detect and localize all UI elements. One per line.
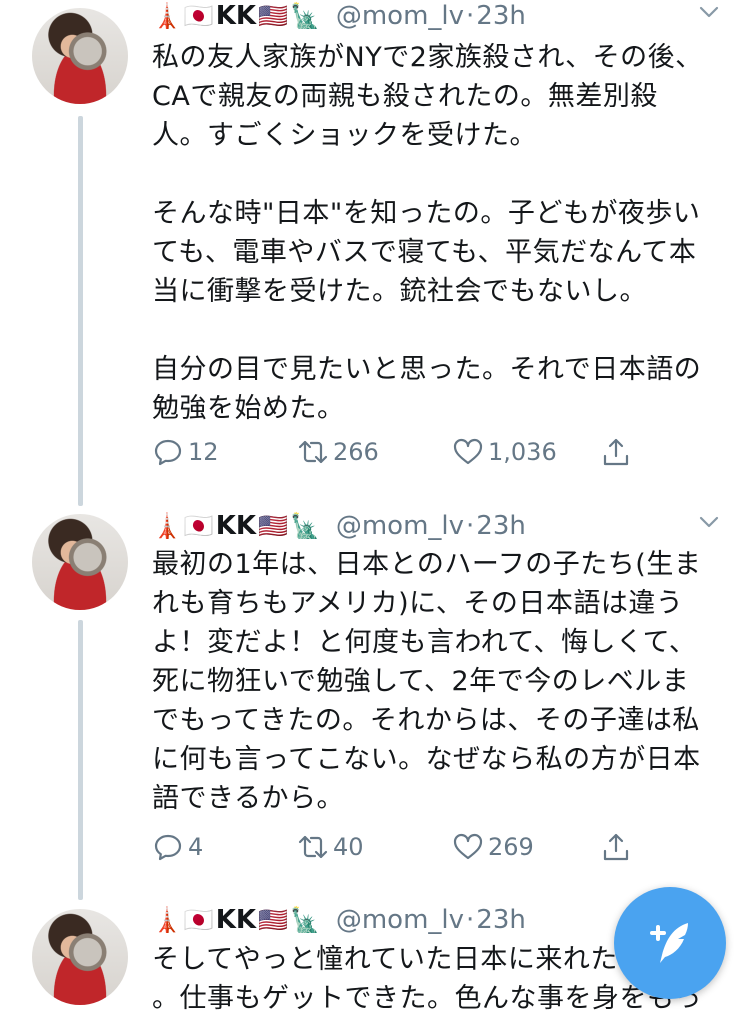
reply-icon bbox=[154, 439, 182, 466]
avatar[interactable] bbox=[32, 909, 128, 1005]
japan-flag-emoji: 🇯🇵 bbox=[183, 906, 214, 934]
reply-count: 12 bbox=[188, 438, 219, 466]
us-flag-emoji: 🇺🇸 bbox=[258, 906, 288, 934]
chevron-down-icon[interactable] bbox=[697, 0, 721, 24]
avatar[interactable] bbox=[32, 514, 128, 610]
reply-count: 4 bbox=[188, 833, 204, 861]
share-icon bbox=[603, 438, 629, 466]
like-count: 269 bbox=[488, 833, 534, 861]
tower-emoji: 🗼 bbox=[152, 512, 182, 540]
timestamp[interactable]: 23h bbox=[476, 511, 526, 541]
statue-of-liberty-emoji: 🗽 bbox=[289, 512, 320, 540]
tower-emoji: 🗼 bbox=[152, 906, 182, 934]
reply-icon bbox=[154, 834, 182, 861]
tweet-text: 私の友人家族がNYで2家族殺され、その後、 CAで親友の両親も殺されたの。無差別… bbox=[152, 42, 703, 424]
japan-flag-emoji: 🇯🇵 bbox=[183, 512, 214, 540]
retweet-icon bbox=[298, 835, 328, 859]
share-button[interactable] bbox=[600, 831, 636, 863]
tweet-actions: 12 266 1,036 bbox=[152, 432, 652, 472]
retweet-button[interactable]: 266 bbox=[297, 436, 452, 468]
us-flag-emoji: 🇺🇸 bbox=[258, 2, 288, 30]
separator-dot: · bbox=[466, 1, 475, 31]
tweet-header: 🗼 🇯🇵 KK 🇺🇸 🗽 @mom_lv · 23h bbox=[152, 0, 729, 34]
user-handle[interactable]: @mom_lv bbox=[336, 1, 464, 31]
chevron-down-icon[interactable] bbox=[697, 510, 721, 534]
user-handle[interactable]: @mom_lv bbox=[336, 511, 464, 541]
statue-of-liberty-emoji: 🗽 bbox=[289, 906, 320, 934]
share-button[interactable] bbox=[600, 436, 636, 468]
tweet-actions: 4 40 269 bbox=[152, 827, 652, 867]
heart-icon bbox=[453, 833, 483, 860]
heart-icon bbox=[453, 438, 483, 465]
timestamp[interactable]: 23h bbox=[476, 905, 526, 935]
timestamp[interactable]: 23h bbox=[476, 1, 526, 31]
display-name[interactable]: KK bbox=[216, 1, 256, 31]
like-count: 1,036 bbox=[488, 438, 557, 466]
tweet-header: 🗼 🇯🇵 KK 🇺🇸 🗽 @mom_lv · 23h bbox=[152, 508, 729, 544]
retweet-button[interactable]: 40 bbox=[297, 831, 452, 863]
compose-tweet-icon bbox=[650, 923, 688, 963]
retweet-count: 266 bbox=[333, 438, 379, 466]
separator-dot: · bbox=[466, 511, 475, 541]
timeline: 🗼 🇯🇵 KK 🇺🇸 🗽 @mom_lv · 23h 私の友人家族がNYで2家族… bbox=[0, 0, 749, 1015]
reply-button[interactable]: 12 bbox=[152, 436, 297, 468]
tweet-text: 最初の1年は、日本とのハーフの子たち(生ま れも育ちもアメリカ)に、その日本語は… bbox=[152, 549, 702, 814]
retweet-count: 40 bbox=[333, 833, 364, 861]
us-flag-emoji: 🇺🇸 bbox=[258, 512, 288, 540]
like-button[interactable]: 1,036 bbox=[452, 436, 600, 468]
japan-flag-emoji: 🇯🇵 bbox=[183, 2, 214, 30]
compose-tweet-button[interactable] bbox=[614, 887, 726, 999]
reply-button[interactable]: 4 bbox=[152, 831, 297, 863]
separator-dot: · bbox=[466, 905, 475, 935]
user-handle[interactable]: @mom_lv bbox=[336, 905, 464, 935]
thread-line bbox=[78, 116, 83, 506]
share-icon bbox=[603, 833, 629, 861]
display-name[interactable]: KK bbox=[216, 511, 256, 541]
like-button[interactable]: 269 bbox=[452, 831, 600, 863]
avatar[interactable] bbox=[32, 8, 128, 104]
retweet-icon bbox=[298, 440, 328, 464]
statue-of-liberty-emoji: 🗽 bbox=[289, 2, 320, 30]
tower-emoji: 🗼 bbox=[152, 2, 182, 30]
thread-line bbox=[78, 620, 83, 900]
display-name[interactable]: KK bbox=[216, 905, 256, 935]
